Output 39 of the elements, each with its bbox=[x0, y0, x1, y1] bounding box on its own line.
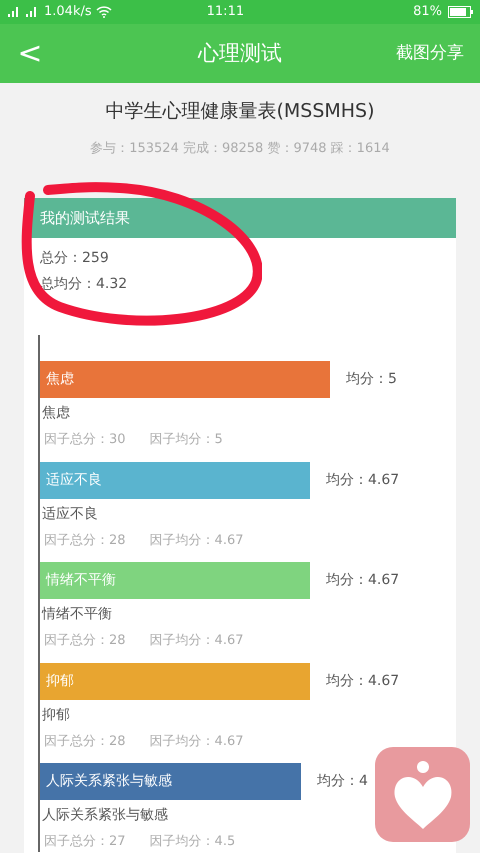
factor-name: 抑郁 bbox=[41, 706, 71, 724]
test-stats: 参与：153524 完成：98258 赞：9748 踩：1614 bbox=[89, 140, 391, 158]
factor-bar: 人际关系紧张与敏感 bbox=[40, 763, 301, 800]
total-score: 总分：259 bbox=[39, 249, 110, 268]
average-label: 均分：4.67 bbox=[326, 672, 400, 690]
factor-bar: 抑郁 bbox=[40, 662, 310, 700]
factor-name: 适应不良 bbox=[41, 504, 99, 524]
factor-name: 焦虑 bbox=[41, 404, 71, 423]
factor-score: 因子均分：5 bbox=[150, 431, 223, 449]
wifi-icon bbox=[96, 6, 112, 18]
factor-name: 人际关系紧张与敏感 bbox=[41, 806, 169, 825]
factor-score: 因子均分：4.5 bbox=[150, 833, 236, 851]
factor-name: 情绪不平衡 bbox=[40, 605, 113, 624]
factor-score: 因子均分：4.67 bbox=[150, 532, 244, 550]
factor-bar: 适应不良 bbox=[40, 462, 310, 498]
back-button[interactable]: < bbox=[0, 24, 60, 83]
factor-score: 因子总分：28 bbox=[44, 632, 126, 650]
clock: 11:11 bbox=[206, 3, 244, 22]
factor-score: 因子总分：28 bbox=[44, 732, 126, 750]
page-title: 心理测试 bbox=[198, 40, 282, 67]
factor-bar: 情绪不平衡 bbox=[40, 562, 310, 599]
share-screenshot-button[interactable]: 截图分享 bbox=[396, 40, 464, 66]
factor-score: 因子均分：4.67 bbox=[150, 632, 244, 650]
network-speed: 1.04k/s bbox=[44, 3, 92, 22]
test-title: 中学生心理健康量表(MSSMHS) bbox=[104, 99, 376, 124]
average-label: 均分：4.67 bbox=[326, 470, 400, 490]
average-label: 均分：4.67 bbox=[326, 571, 400, 590]
average-label: 均分：5 bbox=[346, 370, 397, 389]
heart-button[interactable] bbox=[375, 747, 470, 842]
battery-level: 81% bbox=[413, 3, 442, 22]
factor-bar: 焦虑 bbox=[40, 361, 330, 398]
factor-score: 因子均分：4.67 bbox=[150, 732, 244, 750]
average-label: 均分：4 bbox=[317, 772, 368, 791]
factor-score: 因子总分：27 bbox=[44, 833, 126, 851]
result-heading: 我的测试结果 bbox=[24, 198, 456, 238]
factor-score: 因子总分：30 bbox=[44, 431, 126, 449]
factor-score: 因子总分：28 bbox=[44, 532, 126, 550]
average-score: 总均分：4.32 bbox=[39, 275, 128, 294]
battery-icon bbox=[448, 6, 474, 18]
